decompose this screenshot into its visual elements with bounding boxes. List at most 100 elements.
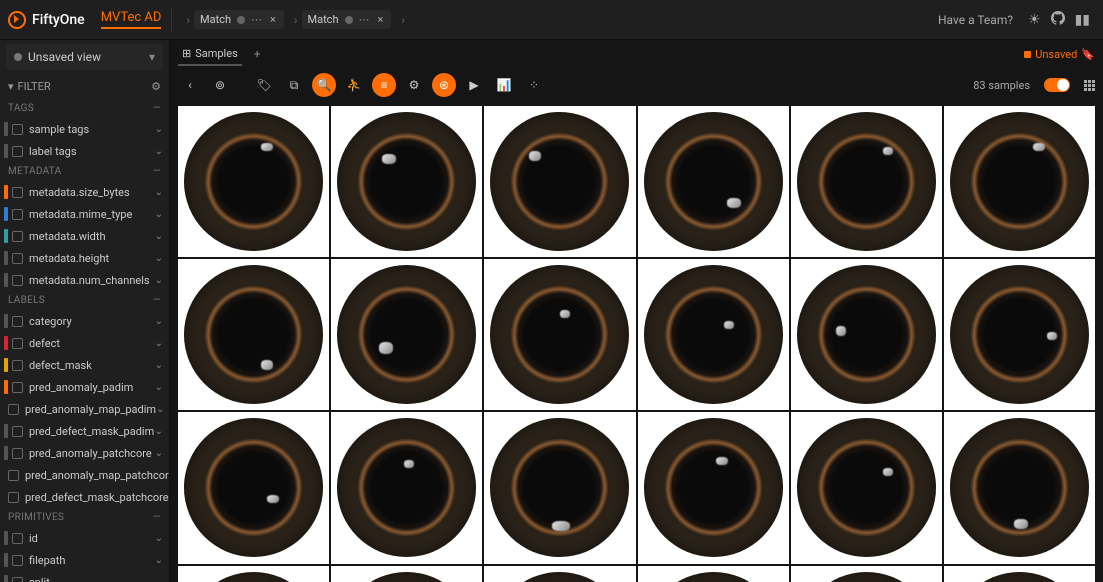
sample-thumbnail[interactable]	[791, 566, 942, 582]
field-row[interactable]: metadata.size_bytes⌄	[0, 181, 169, 203]
field-row[interactable]: metadata.num_channels⌄	[0, 269, 169, 291]
field-row[interactable]: pred_defect_mask_patchcore⌄	[0, 486, 169, 508]
sample-thumbnail[interactable]	[331, 106, 482, 257]
tab-samples[interactable]: ⊞ Samples	[178, 43, 242, 66]
chevron-down-icon[interactable]: ⌄	[155, 124, 163, 135]
person-icon[interactable]: ⛹	[342, 73, 366, 97]
field-row[interactable]: pred_anomaly_patchcore⌄	[0, 442, 169, 464]
add-tab-button[interactable]: +	[250, 47, 265, 61]
checkbox[interactable]	[12, 275, 23, 286]
checkbox[interactable]	[12, 231, 23, 242]
group-header[interactable]: LABELS—	[0, 291, 169, 310]
field-row[interactable]: pred_anomaly_map_padim⌄	[0, 398, 169, 420]
book-icon[interactable]: ▮▮	[1070, 12, 1095, 28]
sample-thumbnail[interactable]	[944, 259, 1095, 410]
checkbox[interactable]	[12, 533, 23, 544]
field-row[interactable]: defect_mask⌄	[0, 354, 169, 376]
checkbox[interactable]	[12, 360, 23, 371]
checkbox[interactable]	[12, 426, 23, 437]
sample-thumbnail[interactable]	[331, 259, 482, 410]
team-link[interactable]: Have a Team?	[938, 13, 1013, 27]
chevron-right-icon[interactable]: ›	[182, 13, 194, 27]
unsaved-badge[interactable]: Unsaved 🔖	[1024, 48, 1095, 61]
sample-thumbnail[interactable]	[484, 412, 635, 563]
field-row[interactable]: pred_anomaly_padim⌄	[0, 376, 169, 398]
grid-layout-button[interactable]	[1084, 80, 1095, 91]
field-row[interactable]: metadata.width⌄	[0, 225, 169, 247]
checkbox[interactable]	[12, 338, 23, 349]
tag-icon[interactable]: 🏷	[252, 73, 276, 97]
chevron-down-icon[interactable]: ⌄	[155, 316, 163, 327]
sample-thumbnail[interactable]	[484, 566, 635, 582]
sample-thumbnail[interactable]	[791, 412, 942, 563]
stage-chip-1[interactable]: Match ⋯ ×	[302, 10, 392, 29]
chevron-down-icon[interactable]: ⌄	[155, 231, 163, 242]
checkbox[interactable]	[8, 404, 19, 415]
chevron-right-icon[interactable]: ›	[397, 13, 409, 27]
group-header[interactable]: PRIMITIVES—	[0, 508, 169, 527]
chevron-right-icon[interactable]: ›	[290, 13, 302, 27]
chevron-down-icon[interactable]: ⌄	[155, 426, 163, 437]
grid-scroll[interactable]	[170, 102, 1103, 582]
sample-thumbnail[interactable]	[638, 566, 789, 582]
sample-thumbnail[interactable]	[178, 566, 329, 582]
field-row[interactable]: id⌄	[0, 527, 169, 549]
field-row[interactable]: metadata.mime_type⌄	[0, 203, 169, 225]
sample-thumbnail[interactable]	[484, 106, 635, 257]
checkbox[interactable]	[12, 382, 23, 393]
list-button[interactable]: ≡	[372, 73, 396, 97]
gear-icon[interactable]: ⚙	[402, 73, 426, 97]
checkbox[interactable]	[12, 253, 23, 264]
chevron-down-icon[interactable]: ⌄	[155, 448, 163, 459]
video-icon[interactable]: ▶	[462, 73, 486, 97]
chevron-down-icon[interactable]: ⌄	[155, 338, 163, 349]
checkbox[interactable]	[12, 577, 23, 582]
chevron-down-icon[interactable]: ⌄	[155, 555, 163, 566]
field-row[interactable]: defect⌄	[0, 332, 169, 354]
sample-thumbnail[interactable]	[331, 412, 482, 563]
copy-icon[interactable]: ⧉	[282, 73, 306, 97]
chevron-down-icon[interactable]: ⌄	[155, 209, 163, 220]
close-icon[interactable]: ×	[376, 13, 386, 26]
checkbox[interactable]	[12, 146, 23, 157]
sample-thumbnail[interactable]	[944, 412, 1095, 563]
gear-icon[interactable]: ⚙	[151, 80, 161, 93]
checkbox[interactable]	[8, 492, 19, 503]
target-icon[interactable]: ⊚	[208, 73, 232, 97]
chevron-down-icon[interactable]: ⌄	[155, 382, 163, 393]
sample-thumbnail[interactable]	[178, 412, 329, 563]
sample-thumbnail[interactable]	[638, 412, 789, 563]
sample-thumbnail[interactable]	[944, 106, 1095, 257]
field-row[interactable]: metadata.height⌄	[0, 247, 169, 269]
close-icon[interactable]: ×	[268, 13, 278, 26]
dataset-name[interactable]: MVTec AD	[101, 10, 162, 29]
brightness-icon[interactable]: ☀	[1023, 12, 1046, 28]
field-row[interactable]: pred_defect_mask_padim⌄	[0, 420, 169, 442]
group-header[interactable]: METADATA—	[0, 162, 169, 181]
chevron-down-icon[interactable]: ⌄	[155, 577, 163, 582]
sample-thumbnail[interactable]	[638, 106, 789, 257]
scatter-icon[interactable]: ⁘	[522, 73, 546, 97]
stage-chip-0[interactable]: Match ⋯ ×	[194, 10, 284, 29]
brand-wrap[interactable]: FiftyOne	[8, 11, 85, 29]
checkbox[interactable]	[12, 316, 23, 327]
checkbox[interactable]	[12, 555, 23, 566]
sample-thumbnail[interactable]	[178, 259, 329, 410]
sample-thumbnail[interactable]	[484, 259, 635, 410]
field-row[interactable]: label tags⌄	[0, 140, 169, 162]
sample-thumbnail[interactable]	[944, 566, 1095, 582]
chevron-down-icon[interactable]: ⌄	[155, 146, 163, 157]
chevron-down-icon[interactable]: ⌄	[155, 533, 163, 544]
github-icon[interactable]	[1046, 11, 1070, 29]
search-button[interactable]: 🔍	[312, 73, 336, 97]
field-row[interactable]: category⌄	[0, 310, 169, 332]
field-row[interactable]: filepath⌄	[0, 549, 169, 571]
checkbox[interactable]	[12, 124, 23, 135]
field-row[interactable]: split⌄	[0, 571, 169, 582]
chevron-down-icon[interactable]: ⌄	[155, 187, 163, 198]
group-header[interactable]: TAGS—	[0, 99, 169, 118]
overlay-toggle[interactable]	[1044, 78, 1070, 92]
sample-thumbnail[interactable]	[791, 259, 942, 410]
field-row[interactable]: sample tags⌄	[0, 118, 169, 140]
brain-button[interactable]: ⊛	[432, 73, 456, 97]
